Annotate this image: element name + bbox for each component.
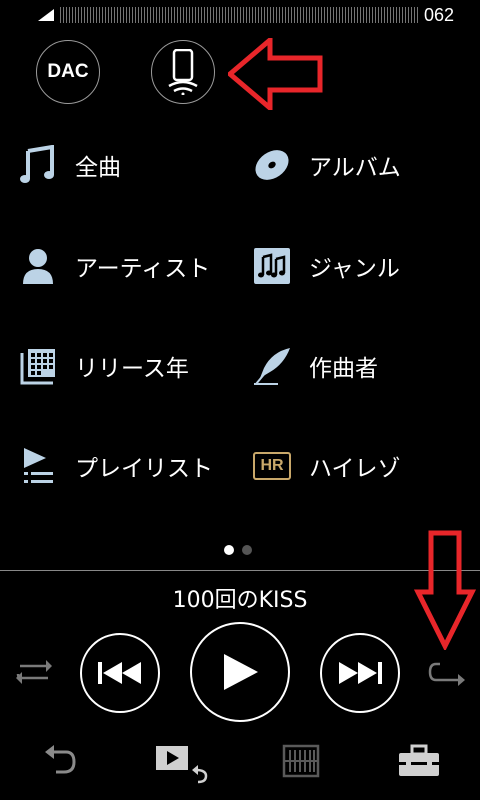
repeat-icon[interactable] (428, 660, 466, 690)
hr-badge-text: HR (260, 457, 284, 474)
shuffle-icon[interactable] (16, 656, 52, 688)
menu-genres[interactable]: ジャンル (252, 241, 400, 291)
menu-label: アーティスト (75, 256, 211, 282)
play-button[interactable] (190, 622, 290, 722)
disc-icon (255, 150, 289, 180)
page-dot-active (224, 545, 234, 555)
back-icon[interactable] (42, 744, 78, 778)
volume-slider[interactable] (60, 7, 418, 23)
music-note-icon (20, 145, 54, 183)
next-track-button[interactable] (320, 633, 400, 713)
menu-label: 作曲者 (309, 356, 378, 382)
genre-notes-icon (254, 248, 290, 284)
now-playing-screen-icon[interactable] (156, 744, 210, 784)
menu-label: ハイレゾ (309, 456, 401, 482)
now-playing-title[interactable]: 100回のKISS (0, 582, 480, 614)
smartphone-icon (168, 49, 198, 95)
smartphone-output-button[interactable] (151, 40, 215, 104)
menu-composers[interactable]: 作曲者 (252, 341, 378, 391)
play-icon (224, 654, 258, 690)
menu-label: プレイリスト (75, 456, 213, 482)
volume-triangle-icon (38, 9, 54, 21)
library-shelf-icon[interactable] (282, 744, 320, 778)
menu-albums[interactable]: アルバム (252, 140, 401, 190)
menu-release-year[interactable]: リリース年 (18, 341, 189, 391)
dac-label: DAC (47, 61, 89, 82)
calendar-icon (20, 349, 55, 385)
menu-label: アルバム (309, 155, 401, 181)
divider (0, 570, 480, 571)
person-icon (23, 249, 53, 284)
volume-bar[interactable]: 062 (0, 0, 480, 30)
dac-output-button[interactable]: DAC (36, 40, 100, 104)
red-left-arrow-icon (228, 38, 323, 110)
volume-value: 062 (424, 5, 455, 25)
previous-icon (98, 662, 141, 684)
menu-artists[interactable]: アーティスト (18, 241, 210, 291)
menu-playlists[interactable]: プレイリスト (18, 441, 213, 491)
menu-label: ジャンル (309, 256, 400, 282)
toolbox-icon[interactable] (398, 744, 440, 778)
page-dot[interactable] (242, 545, 252, 555)
playlist-icon (24, 448, 53, 483)
menu-label: リリース年 (75, 356, 189, 382)
previous-track-button[interactable] (80, 633, 160, 713)
menu-hi-res[interactable]: HR ハイレゾ (252, 441, 401, 491)
quill-icon (254, 348, 290, 385)
menu-all-songs[interactable]: 全曲 (18, 140, 121, 190)
next-icon (339, 662, 382, 684)
menu-label: 全曲 (75, 155, 121, 181)
page-indicator (224, 545, 252, 555)
hr-icon: HR (253, 452, 291, 480)
